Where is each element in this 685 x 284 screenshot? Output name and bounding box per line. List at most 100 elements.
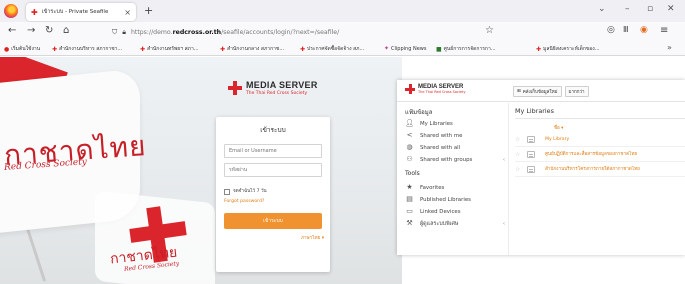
table-row[interactable]: ☆ สำนักงานบริหารโครงการภายใต้สภากาชาดไทย xyxy=(515,163,685,177)
sidebar-item-my-libraries[interactable]: 👤︎ My Libraries xyxy=(405,118,505,129)
clipping-bookmark-icon: ✦ xyxy=(384,45,390,52)
back-arrow-icon[interactable]: ← xyxy=(8,25,16,36)
maximize-icon[interactable]: ▫ xyxy=(647,4,653,14)
url-host: redcross.or.th xyxy=(172,28,222,36)
sidebar-item-linked-devices[interactable]: ▭ Linked Devices xyxy=(405,206,505,217)
page-title: My Libraries xyxy=(515,107,554,115)
brand-title: MEDIA SERVER xyxy=(246,80,318,90)
library-name-link[interactable]: My Library xyxy=(545,137,569,142)
password-field[interactable] xyxy=(224,163,322,177)
sidebar-item-published-libraries[interactable]: ▤ Published Libraries xyxy=(405,194,505,205)
tools-heading: Tools xyxy=(405,170,420,177)
red-cross-bookmark-icon: ✚ xyxy=(52,45,58,53)
library-name-link[interactable]: สำนักงานบริหารโครงการภายใต้สภากาชาดไทย xyxy=(545,166,640,173)
divider xyxy=(515,118,685,119)
libraries-page: MEDIA SERVER The Thai Red Cross Society … xyxy=(397,80,685,255)
monitor-icon: ▭ xyxy=(406,207,413,215)
star-outline-icon[interactable]: ☆ xyxy=(515,166,525,173)
chevron-left-icon: ‹ xyxy=(503,156,505,163)
book-icon: ▤ xyxy=(406,195,413,203)
remember-me-checkbox[interactable]: จดจำฉันไว้ 7 วัน xyxy=(224,188,267,195)
pocket-icon[interactable]: ◎ xyxy=(607,25,615,35)
firefox-bookmark-icon: ● xyxy=(4,45,10,53)
new-tab-icon[interactable]: + xyxy=(144,4,153,17)
active-tab[interactable]: ✚ เข้าระบบ - Private Seafile × xyxy=(26,3,136,21)
reload-icon[interactable]: ↻ xyxy=(45,25,53,36)
bookmark-item[interactable]: ✦ Clipping News xyxy=(384,45,426,52)
sidebar-item-shared-with-groups[interactable]: ⚇ Shared with groups ‹ xyxy=(405,154,505,165)
library-name-link[interactable]: ศูนย์ปฏิบัติการและสื่อสารข้อมูลของกาชาดไ… xyxy=(545,151,637,158)
checkbox-icon[interactable] xyxy=(224,188,230,195)
brand-subtitle: The Thai Red Cross Society xyxy=(246,91,308,96)
firefox-logo-icon xyxy=(4,4,18,18)
red-cross-bookmark-icon: ✚ xyxy=(536,45,542,53)
library-header: MEDIA SERVER The Thai Red Cross Society … xyxy=(397,80,685,102)
red-cross-bookmark-icon: ✚ xyxy=(140,45,146,53)
shield-icon[interactable]: ⛉ xyxy=(112,28,117,37)
forward-arrow-icon[interactable]: → xyxy=(27,25,35,36)
table-row[interactable]: ☆ My Library xyxy=(515,133,685,147)
sidebar-item-admin[interactable]: ⚒ ผู้ดูแลระบบพิเศษ ‹ xyxy=(405,218,505,229)
url-path: /seafile/accounts/login/?next=/seafile/ xyxy=(221,28,340,36)
menu-icon[interactable]: ≡ xyxy=(660,25,668,36)
red-cross-bookmark-icon: ✚ xyxy=(300,45,306,53)
remember-me-label: จดจำฉันไว้ 7 วัน xyxy=(233,189,267,194)
bookmark-item[interactable]: ● เริ่มต้นใช้งาน xyxy=(4,45,40,53)
login-submit-button[interactable]: เข้าระบบ xyxy=(224,213,322,229)
library-icon[interactable]: Ⅲ xyxy=(623,25,629,34)
brand-subtitle: The Thai Red Cross Society xyxy=(418,90,466,94)
bookmark-item[interactable]: ✚ สำนักงานกลาง สภากาช... xyxy=(220,45,284,53)
main-content: My Libraries ชื่อ ▾ ☆ My Library ☆ ศูนย์… xyxy=(510,103,685,255)
login-heading: เข้าระบบ xyxy=(260,126,286,134)
user-icon: 👤︎ xyxy=(405,119,414,127)
folder-bookmark-icon: ■ xyxy=(436,45,442,53)
share-icon: < xyxy=(406,131,413,139)
bookmark-item[interactable]: ■ ศูนย์การการจัดการกา... xyxy=(436,45,496,53)
red-cross-bookmark-icon: ✚ xyxy=(220,45,226,53)
media-server-logo: MEDIA SERVER The Thai Red Cross Society xyxy=(228,80,318,96)
bookmark-item[interactable]: ✚ สำนักงานทรัพยฯ สภา... xyxy=(140,45,199,53)
home-icon[interactable]: ⌂ xyxy=(63,25,69,36)
close-tab-icon[interactable]: × xyxy=(124,8,131,17)
forgot-password-link[interactable]: Forgot password? xyxy=(224,199,264,204)
plus-square-icon: ⊞ xyxy=(517,89,521,94)
address-bar[interactable]: ⛉ 🔒︎ https://demo. redcross.or.th/seafile… xyxy=(112,25,502,39)
tab-title: เข้าระบบ - Private Seafile xyxy=(41,9,109,15)
sidebar-item-shared-with-me[interactable]: < Shared with me xyxy=(405,130,505,141)
login-form: เข้าระบบ จดจำฉันไว้ 7 วัน Forgot passwor… xyxy=(216,117,330,272)
bookmark-item[interactable]: ✚ สำนักงานบริหาร สภากาชา... xyxy=(52,45,122,53)
minimize-icon[interactable]: – xyxy=(625,4,630,14)
sidebar-item-shared-with-all[interactable]: ◍ Shared with all xyxy=(405,142,505,153)
star-outline-icon[interactable]: ☆ xyxy=(515,136,525,143)
close-window-icon[interactable]: ✕ xyxy=(667,4,675,14)
bookmarks-overflow-icon[interactable]: » xyxy=(667,43,672,52)
sidebar: แฟ้มข้อมูล 👤︎ My Libraries < Shared with m… xyxy=(397,103,509,255)
new-library-button[interactable]: ⊞ คลังเก็บข้อมูลใหม่ xyxy=(513,86,562,97)
star-icon: ★ xyxy=(406,183,413,191)
name-column-header[interactable]: ชื่อ ▾ xyxy=(554,124,563,131)
url-prefix: https://demo. xyxy=(130,28,173,36)
bookmark-star-icon[interactable]: ☆ xyxy=(485,25,494,36)
red-cross-logo-icon xyxy=(228,81,242,95)
bookmark-item[interactable]: ✚ ประกาศจัดซื้อจัดจ้าง สภ... xyxy=(300,45,364,53)
table-row[interactable]: ☆ ศูนย์ปฏิบัติการและสื่อสารข้อมูลของกาชา… xyxy=(515,148,685,162)
red-cross-logo-icon xyxy=(405,84,415,94)
red-cross-favicon-icon: ✚ xyxy=(31,7,38,17)
browser-tab-bar: ✚ เข้าระบบ - Private Seafile × + ⌄ – ▫ ✕ xyxy=(0,0,685,22)
library-icon xyxy=(527,151,539,158)
login-page: กาชาดไทย Red Cross Society กาชาดไทย Red … xyxy=(0,57,402,284)
bookmark-item[interactable]: ✚ มูลนิธิสงเคราะห์เด็กของ... xyxy=(536,45,600,53)
wrench-icon: ⚒ xyxy=(406,219,413,227)
star-outline-icon[interactable]: ☆ xyxy=(515,151,525,158)
bookmarks-bar: ● เริ่มต้นใช้งาน ✚ สำนักงานบริหาร สภากาชา.… xyxy=(0,42,685,56)
more-button[interactable]: มากกว่า xyxy=(564,86,589,97)
group-icon: ⚇ xyxy=(406,155,413,163)
account-icon[interactable]: ◉ xyxy=(640,25,648,35)
globe-icon: ◍ xyxy=(406,143,413,151)
media-server-logo[interactable]: MEDIA SERVER The Thai Red Cross Society xyxy=(405,84,466,94)
email-field[interactable] xyxy=(224,144,322,158)
sidebar-item-favorites[interactable]: ★ Favorites xyxy=(405,182,505,193)
tab-list-chevron-icon[interactable]: ⌄ xyxy=(598,4,606,14)
language-selector[interactable]: ภาษาไทย ▾ xyxy=(301,235,324,242)
library-toolbar: ⊞ คลังเก็บข้อมูลใหม่ มากกว่า xyxy=(513,86,589,97)
